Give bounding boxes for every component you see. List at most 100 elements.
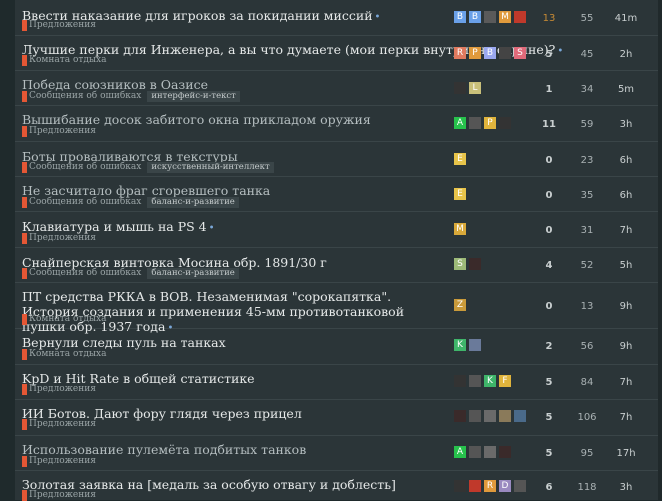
activity-time[interactable]: 5m bbox=[609, 84, 643, 95]
avatar[interactable]: S bbox=[454, 258, 466, 270]
reply-count[interactable]: 5 bbox=[534, 49, 564, 60]
avatar[interactable] bbox=[469, 258, 481, 270]
avatar[interactable]: R bbox=[454, 47, 466, 59]
avatar[interactable]: K bbox=[454, 339, 466, 351]
reply-count[interactable]: 4 bbox=[534, 260, 564, 271]
reply-count[interactable]: 0 bbox=[534, 155, 564, 166]
topic-row[interactable]: Победа союзников в Оазисе Сообщения об о… bbox=[15, 70, 662, 106]
avatar[interactable] bbox=[469, 375, 481, 387]
avatar[interactable] bbox=[454, 375, 466, 387]
reply-count[interactable]: 0 bbox=[534, 301, 564, 312]
activity-time[interactable]: 9h bbox=[609, 341, 643, 352]
reply-count[interactable]: 5 bbox=[534, 377, 564, 388]
avatar[interactable] bbox=[469, 410, 481, 422]
avatar[interactable]: R bbox=[484, 480, 496, 492]
category-badge[interactable]: Комната отдыха bbox=[22, 54, 107, 66]
topic-row[interactable]: Вернули следы пуль на танках Комната отд… bbox=[15, 328, 662, 365]
avatar[interactable]: B bbox=[469, 11, 481, 23]
activity-time[interactable]: 7h bbox=[609, 225, 643, 236]
avatar[interactable]: D bbox=[499, 480, 511, 492]
avatar[interactable] bbox=[484, 446, 496, 458]
topic-tag[interactable]: баланс-и-развитие bbox=[147, 267, 239, 279]
topic-row[interactable]: Не засчитало фраг сгоревшего танка Сообщ… bbox=[15, 176, 662, 212]
topic-row[interactable]: Лучшие перки для Инженера, а вы что дума… bbox=[15, 35, 662, 71]
activity-time[interactable]: 41m bbox=[609, 13, 643, 24]
avatar[interactable]: A bbox=[454, 117, 466, 129]
avatar[interactable]: M bbox=[499, 11, 511, 23]
topic-row[interactable]: Снайперская винтовка Мосина обр. 1891/30… bbox=[15, 247, 662, 283]
avatar[interactable] bbox=[514, 410, 526, 422]
category-badge[interactable]: Предложения bbox=[22, 455, 96, 467]
topic-row[interactable]: ПТ средства РККА в ВОВ. Незаменимая "сор… bbox=[15, 282, 662, 334]
activity-time[interactable]: 7h bbox=[609, 412, 643, 423]
category-badge[interactable]: Предложения bbox=[22, 125, 96, 137]
avatar[interactable]: A bbox=[454, 446, 466, 458]
topic-tag[interactable]: баланс-и-развитие bbox=[147, 196, 239, 208]
activity-time[interactable]: 6h bbox=[609, 190, 643, 201]
category-badge[interactable]: Предложения bbox=[22, 418, 96, 430]
avatar[interactable]: B bbox=[484, 47, 496, 59]
reply-count[interactable]: 0 bbox=[534, 225, 564, 236]
topic-tag[interactable]: искусственный-интеллект bbox=[147, 161, 274, 173]
avatar[interactable]: B bbox=[454, 11, 466, 23]
avatar[interactable] bbox=[484, 410, 496, 422]
activity-time[interactable]: 2h bbox=[609, 49, 643, 60]
avatar[interactable]: K bbox=[484, 375, 496, 387]
category-badge[interactable]: Комната отдыха bbox=[22, 348, 107, 360]
topic-row[interactable]: Выши­бание досок забитого окна прикладом… bbox=[15, 105, 662, 142]
topic-row[interactable]: Использование пулемёта подбитых танков П… bbox=[15, 435, 662, 471]
reply-count[interactable]: 11 bbox=[534, 119, 564, 130]
topic-tag[interactable]: интерфейс-и-текст bbox=[147, 90, 240, 102]
avatar[interactable]: L bbox=[469, 82, 481, 94]
avatar[interactable] bbox=[514, 11, 526, 23]
category-badge[interactable]: Предложения bbox=[22, 19, 96, 31]
reply-count[interactable]: 6 bbox=[534, 482, 564, 493]
avatar[interactable] bbox=[499, 410, 511, 422]
avatar[interactable] bbox=[469, 446, 481, 458]
reply-count[interactable]: 5 bbox=[534, 448, 564, 459]
topic-row[interactable]: ИИ Ботов. Дают фору глядя через прицел П… bbox=[15, 399, 662, 436]
scrollbar[interactable] bbox=[658, 0, 662, 500]
activity-time[interactable]: 3h bbox=[609, 482, 643, 493]
topic-row[interactable]: Клавиатура и мышь на PS 4 • Предложения M… bbox=[15, 211, 662, 248]
avatar[interactable]: E bbox=[454, 153, 466, 165]
reply-count[interactable]: 5 bbox=[534, 412, 564, 423]
avatar[interactable]: S bbox=[514, 47, 526, 59]
avatar[interactable]: P bbox=[469, 47, 481, 59]
reply-count[interactable]: 1 bbox=[534, 84, 564, 95]
category-badge[interactable]: Предложения bbox=[22, 489, 96, 501]
avatar[interactable] bbox=[469, 117, 481, 129]
category-badge[interactable]: Сообщения об ошибках баланс-и-развитие bbox=[22, 267, 239, 279]
category-badge[interactable]: Предложения bbox=[22, 383, 96, 395]
category-badge[interactable]: Комната отдыха bbox=[22, 313, 107, 325]
avatar[interactable] bbox=[469, 339, 481, 351]
avatar[interactable]: Z bbox=[454, 299, 466, 311]
topic-row[interactable]: Золотая заявка на [медаль за особую отва… bbox=[15, 470, 662, 501]
avatar[interactable]: F bbox=[499, 375, 511, 387]
activity-time[interactable]: 9h bbox=[609, 301, 643, 312]
avatar[interactable] bbox=[454, 410, 466, 422]
avatar[interactable] bbox=[484, 11, 496, 23]
activity-time[interactable]: 7h bbox=[609, 377, 643, 388]
reply-count[interactable]: 2 bbox=[534, 341, 564, 352]
avatar[interactable] bbox=[454, 480, 466, 492]
avatar[interactable] bbox=[454, 82, 466, 94]
avatar[interactable]: M bbox=[454, 223, 466, 235]
avatar[interactable] bbox=[499, 117, 511, 129]
activity-time[interactable]: 5h bbox=[609, 260, 643, 271]
topic-row[interactable]: KpD и Hit Rate в общей статистике Предло… bbox=[15, 364, 662, 400]
avatar[interactable] bbox=[469, 480, 481, 492]
category-badge[interactable]: Сообщения об ошибках интерфейс-и-текст bbox=[22, 90, 240, 102]
avatar[interactable] bbox=[499, 47, 511, 59]
activity-time[interactable]: 6h bbox=[609, 155, 643, 166]
reply-count[interactable]: 0 bbox=[534, 190, 564, 201]
avatar[interactable]: P bbox=[484, 117, 496, 129]
reply-count[interactable]: 13 bbox=[534, 13, 564, 24]
topic-row[interactable]: Ввести наказание для игроков за покидани… bbox=[15, 0, 662, 36]
avatar[interactable] bbox=[499, 446, 511, 458]
topic-row[interactable]: Боты проваливаются в текстуры Сообщения … bbox=[15, 141, 662, 177]
category-badge[interactable]: Предложения bbox=[22, 232, 96, 244]
avatar[interactable]: E bbox=[454, 188, 466, 200]
category-badge[interactable]: Сообщения об ошибках баланс-и-развитие bbox=[22, 196, 239, 208]
avatar[interactable] bbox=[514, 480, 526, 492]
